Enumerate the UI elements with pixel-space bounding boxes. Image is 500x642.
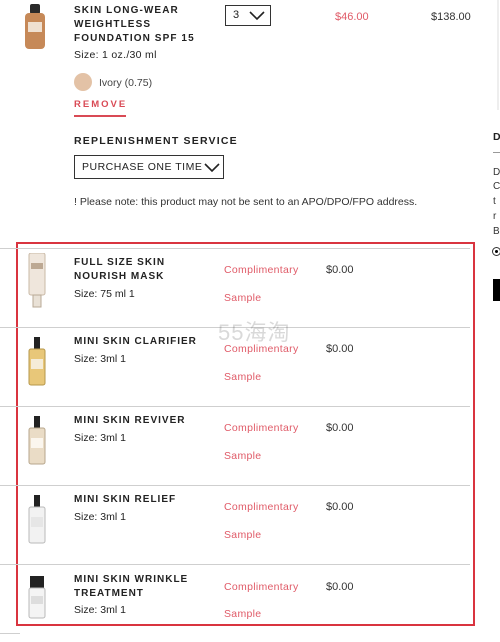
shade-name: Ivory (0.75): [99, 77, 153, 89]
remove-underline: [74, 115, 126, 117]
product-title[interactable]: SKIN LONG-WEAR WEIGHTLESS FOUNDATION SPF…: [74, 4, 209, 46]
foundation-product-image[interactable]: [22, 4, 48, 50]
replenishment-selected: PURCHASE ONE TIME: [82, 161, 203, 173]
row-divider: [0, 248, 470, 249]
row-divider: [0, 633, 20, 634]
shipping-note: ! Please note: this product may not be s…: [74, 196, 418, 208]
sample-title[interactable]: MINI SKIN WRINKLE TREATMENT: [74, 573, 214, 601]
sidebar-text: C: [493, 181, 500, 192]
row-divider: [0, 485, 470, 486]
sample-status-line2: Sample: [224, 371, 262, 383]
sample-title[interactable]: MINI SKIN CLARIFIER: [74, 335, 214, 349]
mask-tube-image[interactable]: [26, 253, 48, 309]
sidebar-heading: D: [493, 131, 500, 143]
product-size: Size: 1 oz./30 ml: [74, 49, 157, 61]
sample-size: Size: 3ml 1: [74, 604, 126, 616]
sample-status-line2: Sample: [224, 292, 262, 304]
sample-status-line2: Sample: [224, 529, 262, 541]
sample-price: $0.00: [326, 264, 354, 276]
sample-status-line2: Sample: [224, 450, 262, 462]
sidebar-text: D: [493, 167, 500, 178]
sidebar-divider: [497, 0, 499, 110]
sample-status: Complimentary: [224, 264, 299, 276]
sample-price: $0.00: [326, 422, 354, 434]
sample-price: $0.00: [326, 581, 354, 593]
sidebar-text: t: [493, 196, 496, 207]
unit-price: $46.00: [335, 11, 369, 23]
sample-title[interactable]: FULL SIZE SKIN NOURISH MASK: [74, 256, 214, 284]
watermark-text: 55海淘: [218, 320, 291, 345]
row-divider: [0, 564, 470, 565]
sample-price: $0.00: [326, 501, 354, 513]
sample-size: Size: 3ml 1: [74, 432, 126, 444]
wrinkle-treatment-jar-image[interactable]: [26, 576, 48, 622]
remove-button[interactable]: REMOVE: [74, 99, 127, 110]
reviver-bottle-image[interactable]: [26, 416, 48, 466]
sample-size: Size: 3ml 1: [74, 511, 126, 523]
sample-status: Complimentary: [224, 501, 299, 513]
relief-bottle-image[interactable]: [26, 495, 48, 545]
watermark-logo: 55海淘: [218, 315, 328, 345]
quantity-select[interactable]: 3: [225, 5, 271, 26]
sidebar-text: B: [493, 226, 500, 237]
sample-status: Complimentary: [224, 422, 299, 434]
sample-price: $0.00: [326, 343, 354, 355]
sidebar-radio[interactable]: [492, 247, 500, 256]
total-price: $138.00: [431, 11, 471, 23]
replenishment-select[interactable]: PURCHASE ONE TIME: [74, 155, 224, 179]
sample-size: Size: 75 ml 1: [74, 288, 135, 300]
sample-title[interactable]: MINI SKIN REVIVER: [74, 414, 214, 428]
sample-status: Complimentary: [224, 581, 299, 593]
chevron-down-icon: [249, 11, 265, 21]
sidebar-text: r: [493, 211, 497, 222]
row-divider: [0, 406, 470, 407]
quantity-value: 3: [233, 9, 240, 21]
sample-size: Size: 3ml 1: [74, 353, 126, 365]
sidebar-button[interactable]: [493, 279, 500, 301]
sample-status-line2: Sample: [224, 608, 262, 620]
shade-swatch: [74, 73, 92, 91]
sidebar-rule: [493, 152, 500, 153]
replenishment-title: REPLENISHMENT SERVICE: [74, 135, 238, 147]
clarifier-bottle-image[interactable]: [26, 337, 48, 387]
sample-title[interactable]: MINI SKIN RELIEF: [74, 493, 214, 507]
chevron-down-icon: [204, 163, 220, 173]
